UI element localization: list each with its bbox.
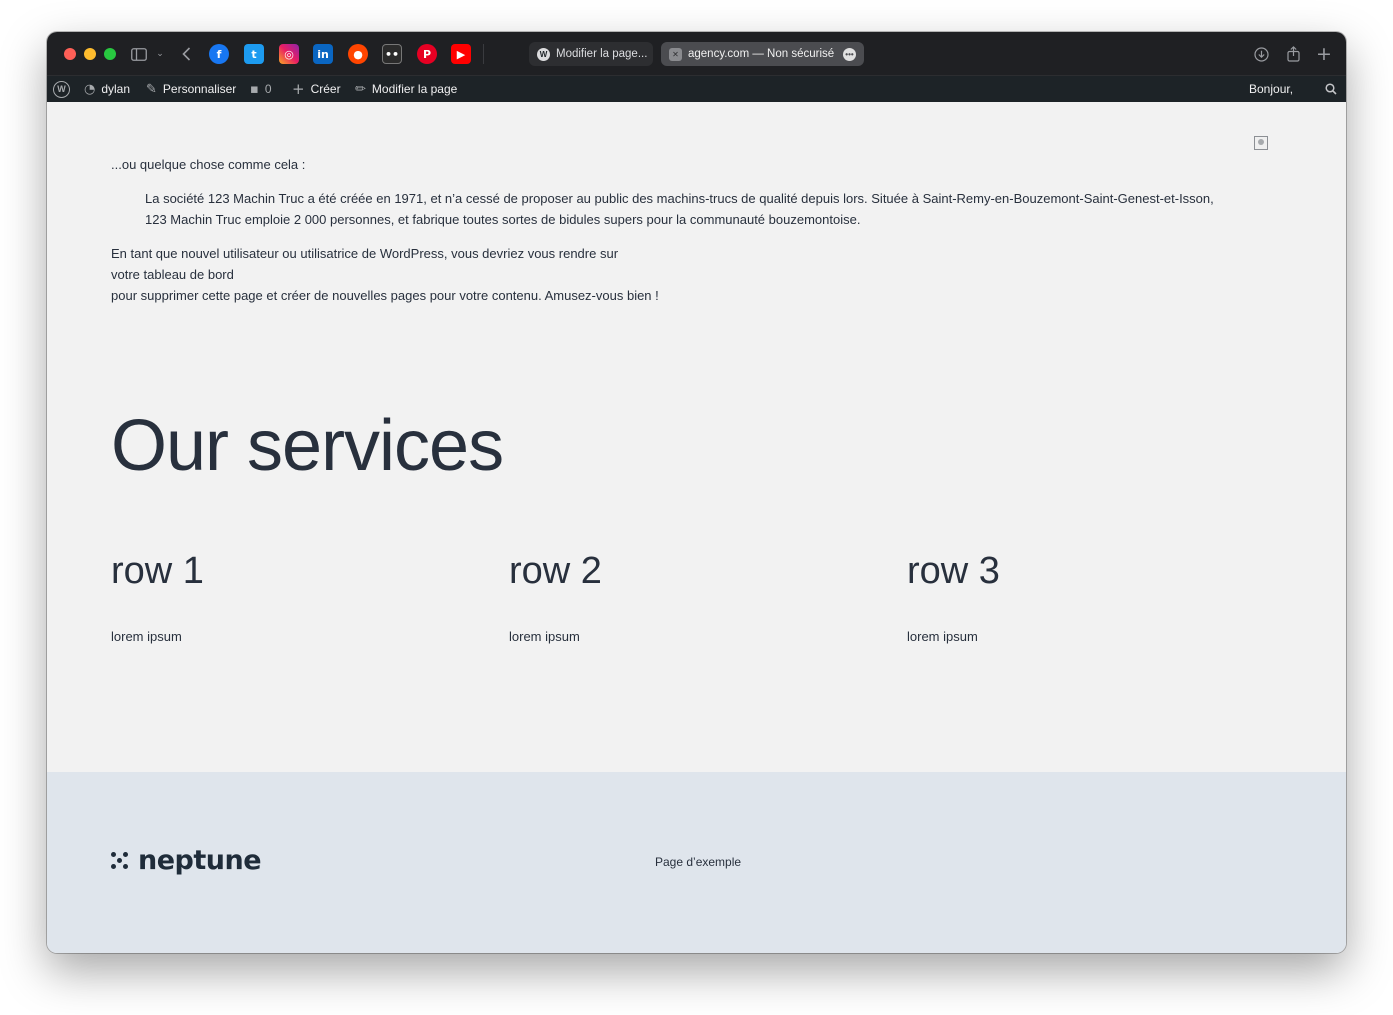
service-title: row 1 [111,550,204,592]
reddit-icon[interactable]: ● [348,44,368,64]
divider [483,44,484,64]
new-content-menu[interactable]: + Créer [292,76,341,102]
services-heading: Our services [111,406,504,486]
pinterest-icon[interactable]: P [417,44,437,64]
user-avatar[interactable] [1254,136,1268,150]
site-name-menu[interactable]: ◔ dylan [84,76,130,102]
title-bar: ⌄ f t ◎ in ● •• P ▶ W Modifier la page..… [47,32,1346,76]
wordpress-logo-button[interactable]: W [53,76,70,102]
facebook-icon[interactable]: f [209,44,229,64]
close-tab-icon[interactable]: ✕ [669,47,682,61]
linkedin-icon[interactable]: in [313,44,333,64]
tab-label: agency.com — Non sécurisé [688,48,835,60]
comments-count: 0 [264,82,272,96]
wordpress-icon: W [537,47,550,61]
comment-icon: ▪ [250,81,259,97]
chevron-down-icon[interactable]: ⌄ [150,44,170,64]
pencil-icon: ✏ [355,81,366,97]
wp-admin-bar: W ◔ dylan ✎ Personnaliser ▪ 0 + Créer ✏ … [47,76,1346,102]
back-icon[interactable] [176,44,196,64]
window-controls [64,48,116,60]
customize-link[interactable]: ✎ Personnaliser [146,76,236,102]
quote-line-1: La société 123 Machin Truc a été créée e… [145,191,1214,206]
page-content: ...ou quelque chose comme cela : La soci… [47,102,1346,772]
download-icon[interactable] [1251,44,1271,64]
youtube-icon[interactable]: ▶ [451,44,471,64]
service-text: lorem ipsum [509,629,580,644]
brush-icon: ✎ [146,81,157,97]
edit-page-label: Modifier la page [371,82,458,96]
quote-line-2: 123 Machin Truc emploie 2 000 personnes,… [145,212,861,227]
close-window-button[interactable] [64,48,76,60]
zoom-window-button[interactable] [104,48,116,60]
service-column: row 3 lorem ipsum [907,550,1000,644]
service-column: row 2 lorem ipsum [509,550,602,644]
footer-page-link[interactable]: Page d’exemple [655,855,741,869]
tab-current-site[interactable]: ✕ agency.com — Non sécurisé ••• [661,42,864,66]
service-column: row 1 lorem ipsum [111,550,204,644]
paragraph-line-3: pour supprimer cette page et créer de no… [111,288,659,303]
dashboard-link[interactable]: votre tableau de bord [111,264,234,285]
share-icon[interactable] [1283,44,1303,64]
tab-label: Modifier la page... [556,48,648,60]
search-icon [1325,83,1337,95]
logo-text: neptune [138,845,262,876]
flickr-icon[interactable]: •• [382,44,402,64]
more-options-icon[interactable]: ••• [843,47,856,61]
twitter-icon[interactable]: t [244,44,264,64]
customize-label: Personnaliser [162,82,237,96]
edit-page-link[interactable]: ✏ Modifier la page [355,76,457,102]
sidebar-toggle-icon[interactable] [129,44,149,64]
neptune-logo-icon [111,851,129,870]
service-title: row 3 [907,550,1000,592]
minimize-window-button[interactable] [84,48,96,60]
intro-text: ...ou quelque chose comme cela : [111,157,306,172]
comments-link[interactable]: ▪ 0 [250,76,272,102]
plus-icon: + [292,80,305,98]
greeting-label: Bonjour, [1249,82,1294,96]
site-name: dylan [101,82,131,96]
service-text: lorem ipsum [907,629,978,644]
browser-window: ⌄ f t ◎ in ● •• P ▶ W Modifier la page..… [47,32,1346,953]
dashboard-icon: ◔ [84,81,96,97]
new-tab-icon[interactable]: + [1314,43,1334,65]
site-logo[interactable]: neptune [111,845,262,876]
search-button[interactable] [1325,76,1337,102]
create-label: Créer [310,82,341,96]
service-title: row 2 [509,550,602,592]
account-menu[interactable]: Bonjour, [1249,76,1293,102]
instagram-icon[interactable]: ◎ [279,44,299,64]
tab-edit-page[interactable]: W Modifier la page... [529,42,653,66]
wordpress-icon: W [53,80,70,98]
paragraph-line-1: En tant que nouvel utilisateur ou utilis… [111,246,619,261]
site-footer: neptune Page d’exemple [47,772,1346,953]
service-text: lorem ipsum [111,629,182,644]
